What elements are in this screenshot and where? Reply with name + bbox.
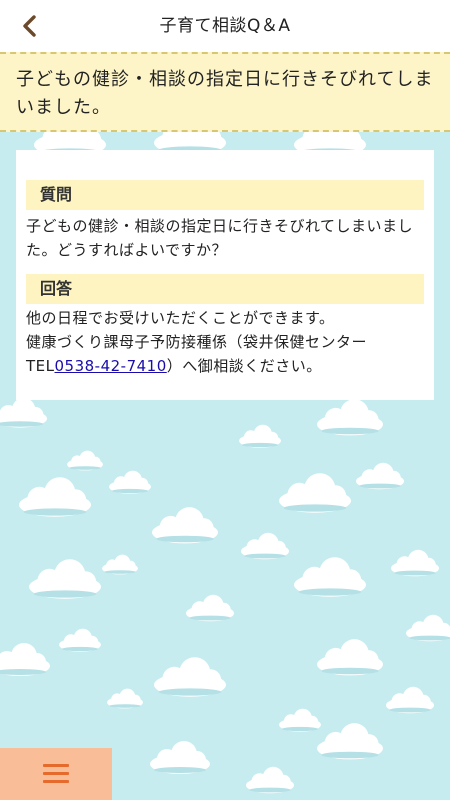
hamburger-menu-icon — [43, 764, 69, 784]
back-button[interactable] — [14, 10, 46, 42]
answer-line-3-suffix: ）へ御相談ください。 — [166, 357, 322, 375]
tel-prefix: TEL — [26, 357, 55, 375]
answer-line-3: TEL0538-42-7410）へ御相談ください。 — [26, 354, 428, 378]
answer-heading: 回答 — [26, 274, 424, 304]
answer-line-1: 他の日程でお受けいただくことができます。 — [26, 309, 335, 327]
menu-button[interactable] — [0, 748, 112, 800]
topic-banner: 子どもの健診・相談の指定日に行きそびれてしまいました。 — [0, 52, 450, 132]
question-heading: 質問 — [26, 180, 424, 210]
phone-link[interactable]: 0538-42-7410 — [55, 357, 167, 375]
answer-line-2: 健康づくり課母子予防接種係（袋井保健センター — [26, 333, 368, 351]
topic-banner-text: 子どもの健診・相談の指定日に行きそびれてしまいました。 — [16, 69, 434, 118]
page-title: 子育て相談Q＆A — [159, 16, 291, 36]
question-text: 子どもの健診・相談の指定日に行きそびれてしまいました。どうすればよいですか？ — [26, 217, 414, 259]
question-heading-label: 質問 — [40, 185, 73, 204]
answer-text: 他の日程でお受けいただくことができます。 健康づくり課母子予防接種係（袋井保健セ… — [26, 306, 428, 378]
app-header: 子育て相談Q＆A — [0, 0, 450, 52]
qa-card: 質問 子どもの健診・相談の指定日に行きそびれてしまいました。どうすればよいですか… — [16, 150, 434, 400]
answer-heading-label: 回答 — [40, 279, 73, 298]
chevron-left-icon — [23, 15, 36, 37]
